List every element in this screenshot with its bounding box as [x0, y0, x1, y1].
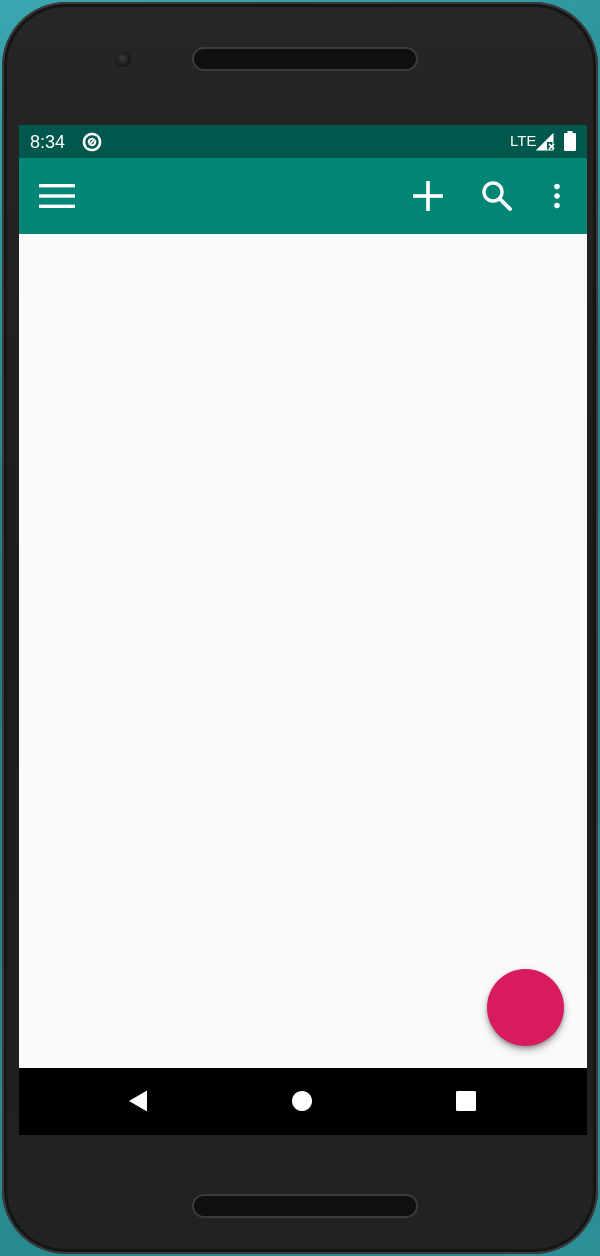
search-button[interactable] [473, 172, 521, 220]
device-screen: 8:34 LTE [19, 125, 587, 1135]
app-toolbar [19, 158, 587, 234]
search-icon [482, 181, 512, 211]
home-icon [292, 1091, 312, 1111]
menu-button[interactable] [33, 172, 81, 220]
front-camera [115, 51, 131, 67]
top-speaker [194, 49, 416, 69]
main-content-area [19, 234, 587, 1068]
home-button[interactable] [287, 1088, 317, 1114]
sync-icon [81, 131, 103, 153]
add-button[interactable] [404, 172, 452, 220]
system-navigation-bar [19, 1068, 587, 1135]
floating-action-button[interactable] [487, 969, 564, 1046]
recents-button[interactable] [451, 1088, 481, 1114]
bottom-speaker [194, 1196, 416, 1216]
recents-icon [456, 1091, 476, 1111]
more-options-button[interactable] [533, 172, 581, 220]
status-bar: 8:34 LTE [19, 125, 587, 158]
network-type: LTE [510, 133, 537, 150]
signal-icon [535, 132, 556, 151]
back-icon [129, 1090, 147, 1112]
battery-icon [564, 131, 576, 151]
back-button[interactable] [123, 1088, 153, 1114]
status-time: 8:34 [30, 132, 66, 152]
add-icon [413, 181, 443, 211]
menu-icon [39, 184, 75, 208]
more-vert-icon [554, 183, 560, 209]
